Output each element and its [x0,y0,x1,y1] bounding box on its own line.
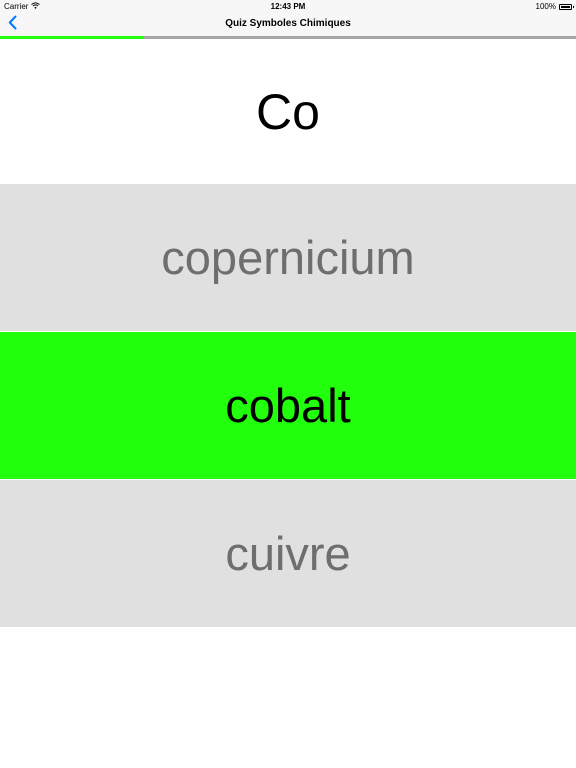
battery-percent: 100% [535,2,556,11]
status-time: 12:43 PM [270,2,306,11]
page-title: Quiz Symboles Chimiques [225,18,351,29]
status-right: 100% [535,2,574,11]
question-symbol: Co [0,39,576,184]
carrier-label: Carrier [4,2,29,11]
navigation-bar: Quiz Symboles Chimiques [0,14,576,36]
status-left: Carrier [4,2,41,11]
quiz-screen: Carrier 12:43 PM 100% Quiz Symboles Chim… [0,0,576,768]
answer-option-2[interactable]: cobalt [0,332,576,479]
answer-option-1[interactable]: copernicium [0,184,576,331]
answer-option-3[interactable]: cuivre [0,480,576,627]
wifi-icon [31,2,41,11]
battery-icon [559,3,574,10]
status-bar: Carrier 12:43 PM 100% [0,0,576,14]
